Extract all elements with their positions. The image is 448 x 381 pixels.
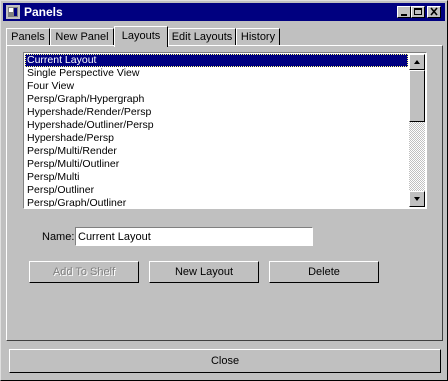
- list-item[interactable]: Current Layout: [25, 54, 408, 67]
- list-item[interactable]: Persp/Outliner: [25, 184, 408, 197]
- panels-window: Panels Panels New Panel Layouts Edit Lay…: [0, 0, 448, 381]
- maximize-icon: [414, 8, 422, 15]
- close-window-button[interactable]: [427, 6, 441, 18]
- list-item[interactable]: Persp/Multi: [25, 171, 408, 184]
- list-item[interactable]: Hypershade/Persp: [25, 132, 408, 145]
- minimize-icon: [401, 14, 407, 16]
- list-item[interactable]: Hypershade/Render/Persp: [25, 106, 408, 119]
- add-to-shelf-button[interactable]: Add To Shelf: [29, 261, 139, 283]
- window-title: Panels: [24, 5, 63, 19]
- maximize-button[interactable]: [411, 6, 425, 18]
- title-bar[interactable]: Panels: [3, 3, 445, 21]
- list-item[interactable]: Single Perspective View: [25, 67, 408, 80]
- close-icon: [430, 7, 438, 16]
- close-button[interactable]: Close: [9, 349, 441, 373]
- name-field[interactable]: [75, 227, 313, 246]
- list-item[interactable]: Four View: [25, 80, 408, 93]
- scroll-down-button[interactable]: [409, 191, 425, 207]
- tab-new-panel[interactable]: New Panel: [50, 28, 114, 45]
- new-layout-button[interactable]: New Layout: [149, 261, 259, 283]
- scroll-up-button[interactable]: [409, 54, 425, 70]
- list-item[interactable]: Persp/Multi/Render: [25, 145, 408, 158]
- list-item[interactable]: Hypershade/Outliner/Persp: [25, 119, 408, 132]
- minimize-button[interactable]: [397, 6, 411, 18]
- name-label: Name:: [42, 231, 75, 243]
- list-item[interactable]: Persp/Multi/Outliner: [25, 158, 408, 171]
- tab-history[interactable]: History: [236, 28, 280, 45]
- app-icon: [6, 5, 20, 19]
- arrow-up-icon: [414, 60, 420, 64]
- tab-panels[interactable]: Panels: [6, 28, 50, 45]
- list-item[interactable]: Persp/Graph/Outliner: [25, 197, 408, 207]
- list-item[interactable]: Persp/Graph/Hypergraph: [25, 93, 408, 106]
- arrow-down-icon: [414, 197, 420, 201]
- layouts-list[interactable]: Current Layout Single Perspective View F…: [23, 52, 427, 209]
- tab-edit-layouts[interactable]: Edit Layouts: [168, 28, 236, 45]
- list-scrollbar[interactable]: [409, 54, 425, 207]
- delete-button[interactable]: Delete: [269, 261, 379, 283]
- scroll-thumb[interactable]: [409, 70, 425, 122]
- tab-layouts[interactable]: Layouts: [114, 26, 168, 47]
